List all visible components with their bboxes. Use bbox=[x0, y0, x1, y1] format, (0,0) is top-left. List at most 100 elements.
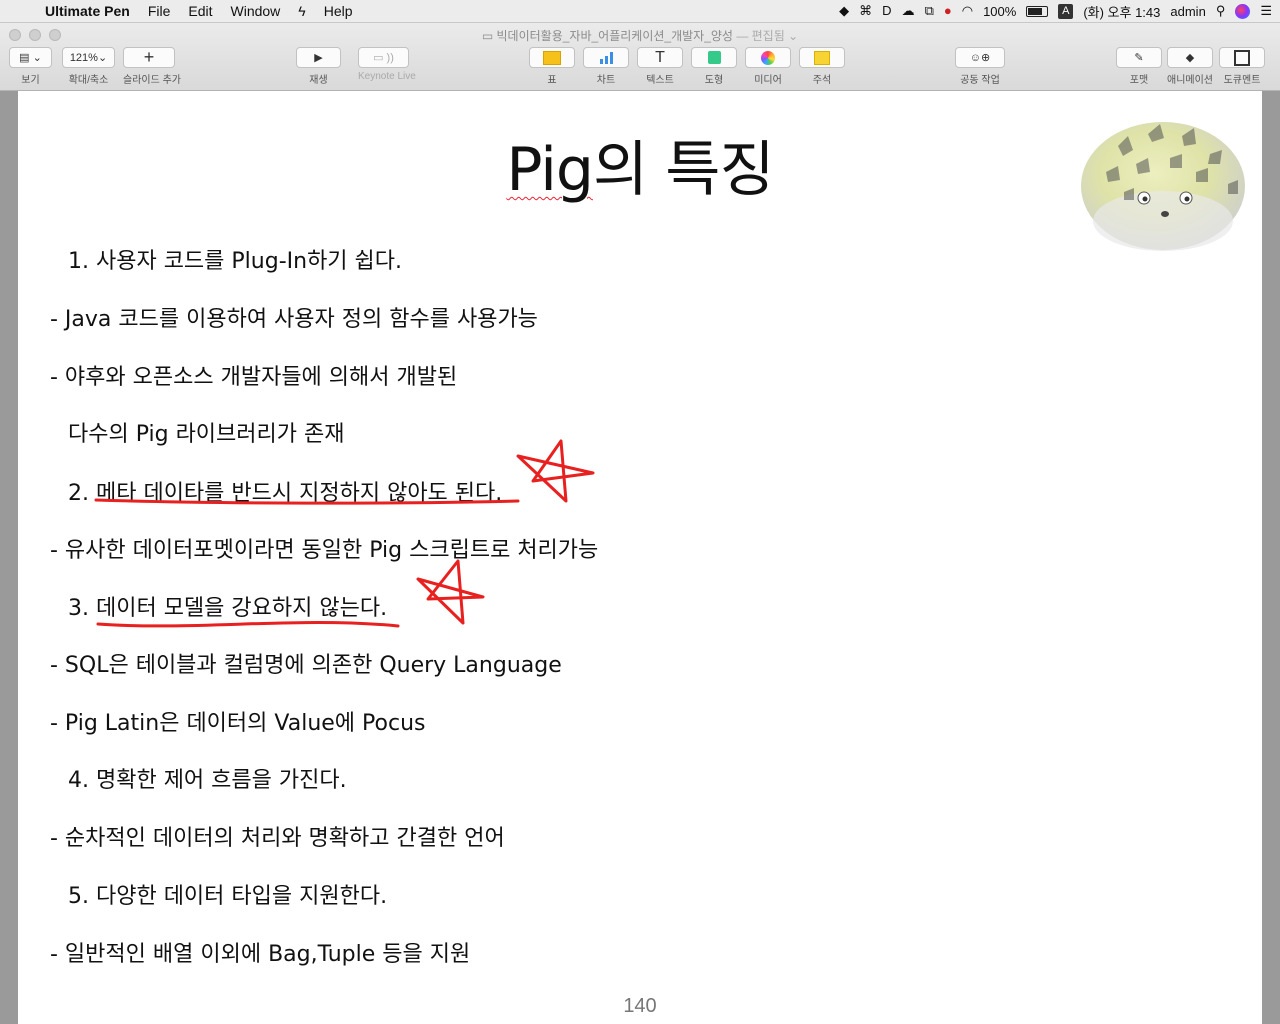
pufferfish-illustration bbox=[1081, 122, 1245, 251]
table-button[interactable] bbox=[529, 47, 575, 68]
play-icon: ▶ bbox=[314, 52, 323, 64]
photos-flower-icon bbox=[761, 50, 775, 65]
table-icon bbox=[543, 50, 561, 65]
chart-tool[interactable]: 차트 bbox=[583, 47, 629, 86]
media-button[interactable] bbox=[745, 47, 791, 68]
star-mark-bullet-2 bbox=[516, 439, 595, 503]
shape-square-icon bbox=[707, 51, 721, 64]
bullet-3-detail-1[interactable]: - SQL은 테이블과 컬럼명에 의존한 Query Language bbox=[50, 647, 562, 679]
animate-tool[interactable]: ◆ 애니메이션 bbox=[1167, 47, 1213, 86]
bullet-1-detail-1[interactable]: - Java 코드를 이용하여 사용자 정의 함수를 사용가능 bbox=[50, 301, 538, 333]
broadcast-icon: ▭ )) bbox=[373, 52, 394, 64]
zoom-tool[interactable]: 121% ⌄ 확대/축소 bbox=[62, 47, 115, 86]
document-name[interactable]: 빅데이터활용_자바_어플리케이션_개발자_양성 bbox=[497, 29, 733, 43]
menu-help[interactable]: Help bbox=[315, 3, 362, 19]
menu-window[interactable]: Window bbox=[222, 3, 290, 19]
chevron-down-icon: ⌄ bbox=[97, 52, 108, 64]
add-slide-button[interactable]: + bbox=[123, 47, 175, 68]
bullet-4-heading[interactable]: 4. 명확한 제어 흐름을 가진다. bbox=[68, 762, 347, 794]
diamond-icon: ◆ bbox=[1185, 52, 1195, 64]
title-word-pig: Pig bbox=[506, 135, 594, 205]
cloud-icon[interactable]: ☁ bbox=[902, 0, 915, 22]
document-tool[interactable]: 도큐멘트 bbox=[1219, 47, 1265, 86]
text-tool[interactable]: T 텍스트 bbox=[637, 47, 683, 86]
app-menu[interactable]: Ultimate Pen bbox=[36, 3, 139, 19]
format-tool[interactable]: ✎ 포맷 bbox=[1116, 47, 1162, 86]
zoom-select[interactable]: 121% ⌄ bbox=[62, 47, 115, 68]
add-person-icon: ☺⊕ bbox=[969, 52, 991, 64]
shape-button[interactable] bbox=[691, 47, 737, 68]
comment-button[interactable] bbox=[799, 47, 845, 68]
spotlight-search-icon[interactable]: ⚲ bbox=[1216, 0, 1226, 22]
view-label: 보기 bbox=[21, 75, 40, 86]
animate-button[interactable]: ◆ bbox=[1167, 47, 1213, 68]
paintbrush-icon: ✎ bbox=[1134, 52, 1144, 64]
chart-label: 차트 bbox=[596, 75, 616, 86]
edited-status[interactable]: — 편집됨 ⌄ bbox=[736, 29, 798, 43]
plus-icon: + bbox=[143, 47, 155, 67]
command-icon[interactable]: ⌘ bbox=[859, 0, 872, 22]
play-tool[interactable]: ▶ 재생 bbox=[296, 47, 341, 86]
text-button[interactable]: T bbox=[637, 47, 683, 68]
keynote-live-button[interactable]: ▭ )) bbox=[358, 47, 409, 68]
text-t-icon: T bbox=[655, 48, 665, 66]
bar-chart-icon bbox=[599, 51, 613, 64]
clock[interactable]: (화) 오후 1:43 bbox=[1083, 2, 1160, 21]
document-title: ▭ 빅데이터활용_자바_어플리케이션_개발자_양성 — 편집됨 ⌄ bbox=[0, 27, 1280, 44]
pen-tool-icon[interactable]: ϟ bbox=[289, 3, 314, 19]
keynote-live-label: Keynote Live bbox=[358, 71, 416, 82]
keynote-live-tool[interactable]: ▭ )) Keynote Live bbox=[358, 47, 416, 82]
bullet-3-heading[interactable]: 3. 데이터 모델을 강요하지 않는다. bbox=[68, 590, 387, 622]
bullet-5-detail-1[interactable]: - 일반적인 배열 이외에 Bag,Tuple 등을 지원 bbox=[50, 936, 470, 968]
comment-label: 주석 bbox=[812, 75, 832, 86]
collaborate-tool[interactable]: ☺⊕ 공동 작업 bbox=[955, 47, 1005, 86]
battery-icon[interactable] bbox=[1026, 5, 1049, 17]
table-tool[interactable]: 표 bbox=[529, 47, 575, 86]
siri-icon[interactable] bbox=[1235, 3, 1251, 19]
wifi-icon[interactable]: ◠ bbox=[962, 0, 973, 22]
add-slide-label: 슬라이드 추가 bbox=[123, 75, 181, 86]
battery-percent: 100% bbox=[983, 3, 1017, 19]
menu-edit[interactable]: Edit bbox=[179, 3, 221, 19]
collaborate-label: 공동 작업 bbox=[960, 75, 1000, 86]
bullet-2-heading[interactable]: 2. 메타 데이타를 반드시 지정하지 않아도 된다. bbox=[68, 475, 502, 507]
document-icon: ▭ bbox=[481, 29, 497, 43]
bullet-5-heading[interactable]: 5. 다양한 데이터 타입을 지원한다. bbox=[68, 878, 387, 910]
sidebar-icon: ▤ ⌄ bbox=[19, 52, 42, 64]
text-label: 텍스트 bbox=[646, 75, 674, 86]
bullet-4-detail-1[interactable]: - 순차적인 데이터의 처리와 명확하고 간결한 언어 bbox=[50, 820, 505, 852]
add-slide-tool[interactable]: + 슬라이드 추가 bbox=[123, 47, 181, 86]
comment-tool[interactable]: 주석 bbox=[799, 47, 845, 86]
user-menu[interactable]: admin bbox=[1170, 4, 1205, 19]
play-label: 재생 bbox=[309, 75, 328, 86]
notification-center-icon[interactable]: ☰ bbox=[1260, 0, 1272, 22]
document-button[interactable] bbox=[1219, 47, 1265, 68]
collaborate-button[interactable]: ☺⊕ bbox=[955, 47, 1005, 68]
slide-canvas[interactable]: Pig의 특징 1. 사용자 코드를 Plug-In하기 쉽다. - Java … bbox=[18, 91, 1262, 1024]
play-button[interactable]: ▶ bbox=[296, 47, 341, 68]
view-tool[interactable]: ▤ ⌄ 보기 bbox=[9, 47, 52, 86]
shape-tool[interactable]: 도형 bbox=[691, 47, 737, 86]
d-icon[interactable]: D bbox=[882, 0, 891, 22]
bullet-1-detail-3[interactable]: 다수의 Pig 라이브러리가 존재 bbox=[68, 416, 344, 448]
format-button[interactable]: ✎ bbox=[1116, 47, 1162, 68]
bullet-1-heading[interactable]: 1. 사용자 코드를 Plug-In하기 쉽다. bbox=[68, 243, 402, 275]
view-button[interactable]: ▤ ⌄ bbox=[9, 47, 52, 68]
input-source-icon[interactable]: A bbox=[1058, 3, 1074, 19]
notification-icon[interactable]: ● bbox=[944, 0, 952, 22]
dropbox-icon[interactable]: ◆ bbox=[839, 0, 849, 22]
bullet-2-detail-1[interactable]: - 유사한 데이터포멧이라면 동일한 Pig 스크립트로 처리가능 bbox=[50, 532, 598, 564]
canvas-margin-right bbox=[1262, 91, 1280, 1024]
screen-mirror-icon[interactable]: ⧉ bbox=[925, 0, 934, 22]
bullet-3-detail-2[interactable]: - Pig Latin은 데이터의 Value에 Pocus bbox=[50, 705, 425, 737]
underline-bullet-3 bbox=[96, 620, 400, 628]
media-tool[interactable]: 미디어 bbox=[745, 47, 791, 86]
format-label: 포맷 bbox=[1129, 75, 1149, 86]
slide-title[interactable]: Pig의 특징 bbox=[18, 121, 1262, 208]
title-word-rest: 의 특징 bbox=[592, 135, 775, 205]
menu-bar: Ultimate Pen File Edit Window ϟ Help ◆ ⌘… bbox=[0, 0, 1280, 23]
bullet-1-detail-2[interactable]: - 야후와 오픈소스 개발자들에 의해서 개발된 bbox=[50, 359, 457, 391]
comment-note-icon bbox=[814, 50, 830, 65]
menu-file[interactable]: File bbox=[139, 3, 180, 19]
chart-button[interactable] bbox=[583, 47, 629, 68]
